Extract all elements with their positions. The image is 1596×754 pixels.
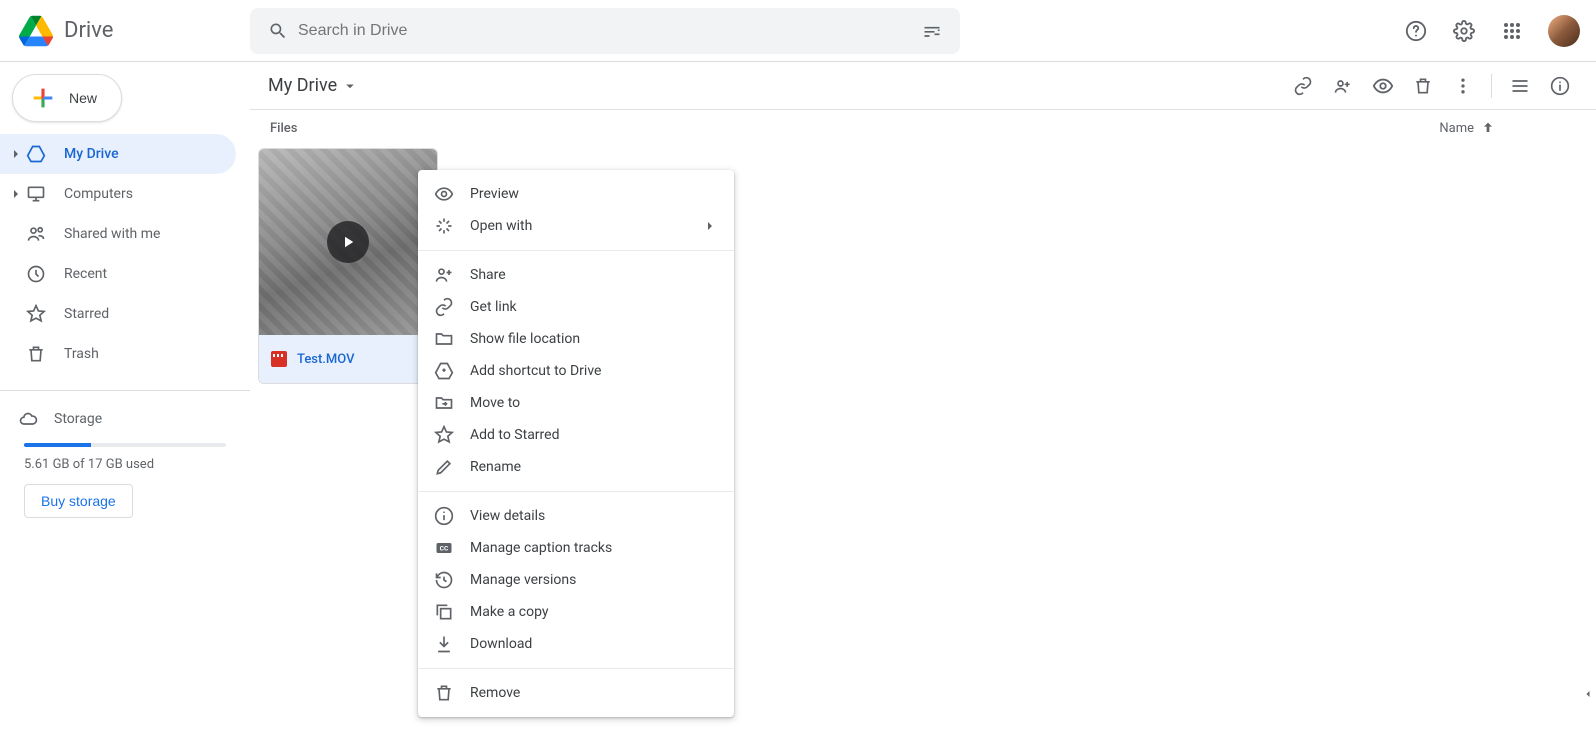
chevron-down-icon	[341, 77, 359, 95]
link-icon	[434, 297, 454, 317]
breadcrumb-label: My Drive	[268, 75, 337, 96]
menu-manage-versions[interactable]: Manage versions	[418, 564, 734, 596]
file-thumbnail	[259, 149, 437, 335]
sidebar-item-storage[interactable]: Storage	[18, 399, 226, 439]
open-with-icon	[434, 216, 454, 236]
eye-icon	[434, 184, 454, 204]
menu-add-shortcut[interactable]: Add shortcut to Drive	[418, 355, 734, 387]
header: Drive	[0, 0, 1596, 62]
file-name: Test.MOV	[297, 352, 355, 367]
folder-icon	[434, 329, 454, 349]
info-icon	[434, 506, 454, 526]
logo-area[interactable]: Drive	[16, 11, 250, 51]
menu-preview[interactable]: Preview	[418, 178, 734, 210]
storage-bar	[24, 443, 226, 447]
sidebar-item-starred[interactable]: Starred	[0, 294, 236, 334]
history-icon	[434, 570, 454, 590]
account-avatar[interactable]	[1548, 15, 1580, 47]
drive-logo-icon	[16, 11, 56, 51]
plus-icon	[29, 84, 57, 112]
storage-text: 5.61 GB of 17 GB used	[24, 457, 226, 472]
files-header: Files Name	[250, 110, 1596, 140]
menu-add-starred[interactable]: Add to Starred	[418, 419, 734, 451]
download-icon	[434, 634, 454, 654]
cloud-icon	[18, 409, 38, 429]
preview-button[interactable]	[1363, 66, 1403, 106]
chevron-right-icon	[702, 218, 718, 234]
view-toggle-button[interactable]	[1500, 66, 1540, 106]
star-icon	[24, 302, 48, 326]
sidebar-item-recent[interactable]: Recent	[0, 254, 236, 294]
details-button[interactable]	[1540, 66, 1580, 106]
cc-icon: CC	[434, 538, 454, 558]
product-name: Drive	[64, 18, 113, 43]
shared-icon	[24, 222, 48, 246]
search-input[interactable]	[298, 22, 912, 40]
share-button[interactable]	[1323, 66, 1363, 106]
drive-icon	[24, 142, 48, 166]
menu-remove[interactable]: Remove	[418, 677, 734, 709]
menu-get-link[interactable]: Get link	[418, 291, 734, 323]
new-button-label: New	[69, 90, 97, 106]
toolbar: My Drive	[250, 62, 1596, 110]
menu-show-location[interactable]: Show file location	[418, 323, 734, 355]
shortcut-icon	[434, 361, 454, 381]
help-icon[interactable]	[1396, 11, 1436, 51]
storage-label: Storage	[54, 411, 102, 427]
sidebar-item-label: Computers	[64, 186, 133, 202]
video-file-icon	[271, 351, 287, 367]
get-link-button[interactable]	[1283, 66, 1323, 106]
file-card[interactable]: Test.MOV	[258, 148, 438, 384]
apps-icon[interactable]	[1492, 11, 1532, 51]
delete-button[interactable]	[1403, 66, 1443, 106]
sidebar-item-label: Recent	[64, 266, 107, 282]
breadcrumb[interactable]: My Drive	[260, 71, 367, 100]
play-icon	[327, 221, 369, 263]
star-icon	[434, 425, 454, 445]
copy-icon	[434, 602, 454, 622]
search-box[interactable]	[250, 8, 960, 54]
side-panel-toggle[interactable]	[1580, 674, 1596, 714]
sort-control[interactable]: Name	[1439, 120, 1576, 136]
recent-icon	[24, 262, 48, 286]
sort-label: Name	[1439, 121, 1474, 136]
sidebar-item-computers[interactable]: Computers	[0, 174, 236, 214]
new-button[interactable]: New	[12, 74, 122, 122]
trash-icon	[24, 342, 48, 366]
trash-icon	[434, 683, 454, 703]
menu-rename[interactable]: Rename	[418, 451, 734, 483]
settings-icon[interactable]	[1444, 11, 1484, 51]
menu-share[interactable]: Share	[418, 259, 734, 291]
sidebar: New My Drive Computers Shared with me Re…	[0, 62, 250, 754]
menu-download[interactable]: Download	[418, 628, 734, 660]
search-icon[interactable]	[258, 11, 298, 51]
sidebar-item-shared[interactable]: Shared with me	[0, 214, 236, 254]
move-icon	[434, 393, 454, 413]
context-menu: Preview Open with Share Get link Show fi…	[418, 170, 734, 717]
sidebar-item-label: Shared with me	[64, 226, 160, 242]
search-options-icon[interactable]	[912, 11, 952, 51]
header-icons	[1396, 11, 1580, 51]
sidebar-item-label: Starred	[64, 306, 109, 322]
menu-open-with[interactable]: Open with	[418, 210, 734, 242]
buy-storage-button[interactable]: Buy storage	[24, 484, 133, 518]
expand-icon[interactable]	[8, 149, 24, 159]
menu-view-details[interactable]: View details	[418, 500, 734, 532]
computers-icon	[24, 182, 48, 206]
pencil-icon	[434, 457, 454, 477]
sidebar-item-label: Trash	[64, 346, 99, 362]
files-section-label: Files	[270, 121, 297, 136]
menu-make-copy[interactable]: Make a copy	[418, 596, 734, 628]
sidebar-item-trash[interactable]: Trash	[0, 334, 236, 374]
person-add-icon	[434, 265, 454, 285]
svg-text:CC: CC	[440, 545, 449, 553]
sidebar-item-my-drive[interactable]: My Drive	[0, 134, 236, 174]
more-actions-button[interactable]	[1443, 66, 1483, 106]
arrow-up-icon	[1480, 120, 1496, 136]
sidebar-item-label: My Drive	[64, 146, 119, 162]
menu-manage-captions[interactable]: CCManage caption tracks	[418, 532, 734, 564]
menu-move-to[interactable]: Move to	[418, 387, 734, 419]
expand-icon[interactable]	[8, 189, 24, 199]
